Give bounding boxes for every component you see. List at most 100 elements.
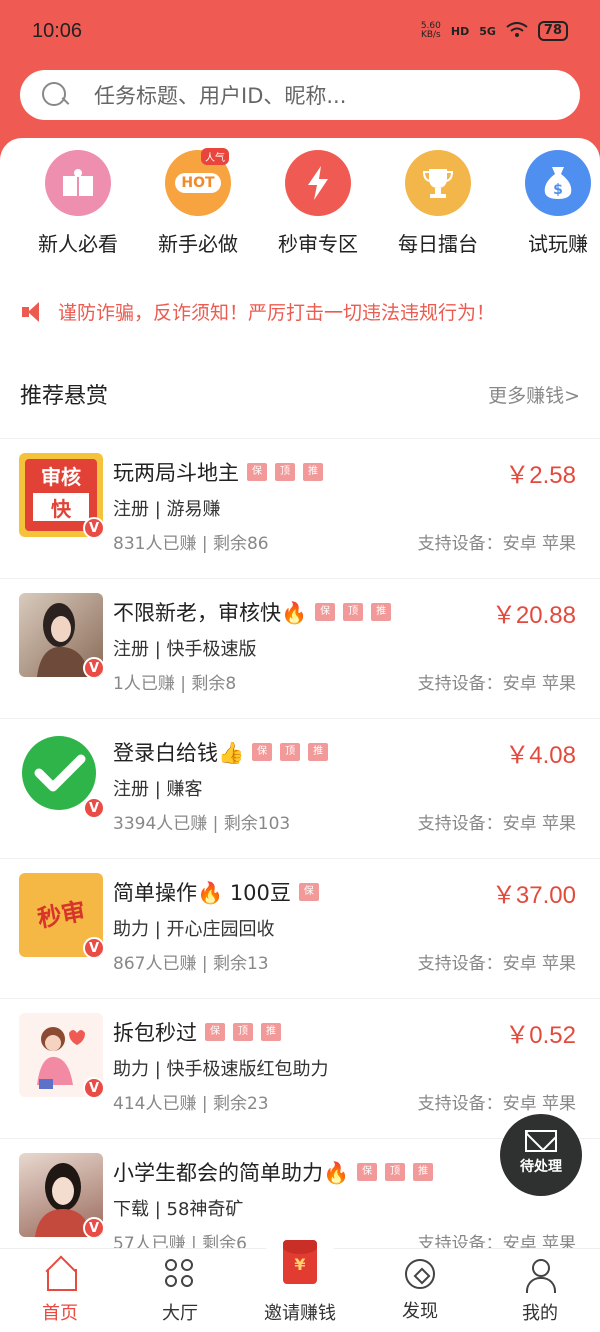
task-subtitle: 注册 | 赚客 [113,779,203,800]
section-header: 推荐悬赏 更多赚钱> [20,378,580,410]
tag-guarantee: 保 [315,603,336,621]
compass-icon [405,1259,435,1289]
book-icon [45,150,111,216]
lightning-icon [285,150,351,216]
status-time: 10:06 [32,19,83,42]
task-price: ￥0.52 [505,1022,576,1049]
task-thumbnail: 秒审 V [19,873,103,957]
tag-top: 顶 [385,1163,406,1181]
task-thumbnail: 审核 快 V [19,453,103,537]
status-bar: 10:06 5.60 KB/s HD 5G 78 [0,0,600,62]
quick-link-newbie-tasks[interactable]: 人气 HOT 新手必做 [138,148,258,257]
task-subtitle: 下载 | 58神奇矿 [113,1199,244,1220]
task-subtitle: 注册 | 游易赚 [113,499,221,520]
red-packet-icon: ¥ [283,1240,317,1284]
task-thumbnail: V [19,1153,103,1237]
battery-icon: 78 [537,21,568,41]
tag-recommend: 推 [261,1023,281,1041]
task-thumbnail: V [19,593,103,677]
task-item[interactable]: V 拆包秒过保顶推 ￥0.52 助力 | 快手极速版红包助力 414人已赚 | … [0,998,600,1138]
task-price: ￥37.00 [491,882,576,909]
task-devices: 支持设备：安卓 苹果 [417,1094,576,1114]
tag-top: 顶 [275,463,295,481]
task-subtitle: 助力 | 开心庄园回收 [113,919,275,940]
task-item[interactable]: V 登录白给钱👍 保顶推 ￥4.08 注册 | 赚客 3394人已赚 | 剩余10… [0,718,600,858]
search-input[interactable]: 任务标题、用户ID、昵称... [94,80,346,110]
grid-icon [163,1257,197,1291]
tag-recommend: 推 [371,603,392,621]
task-title: 玩两局斗地主保顶推 [113,457,323,487]
fraud-notice[interactable]: 谨防诈骗，反诈须知！严厉打击一切违法违规行为！ [20,298,590,325]
task-item[interactable]: 审核 快 V 玩两局斗地主保顶推 ￥2.58 注册 | 游易赚 831人已赚 |… [0,438,600,578]
hd-icon: HD [450,24,470,38]
task-stats: 57人已赚 | 剩余6 [113,1234,247,1248]
task-title: 简单操作🔥 100豆保 [113,877,319,907]
tag-top: 顶 [233,1023,253,1041]
user-icon [523,1257,557,1293]
home-icon [43,1257,77,1291]
task-title: 小学生都会的简单助力🔥 保顶推 [113,1157,434,1187]
task-stats: 414人已赚 | 剩余23 [113,1094,269,1114]
tag-top: 顶 [343,603,364,621]
task-price: ￥4.08 [505,742,576,769]
task-item[interactable]: 秒审 V 简单操作🔥 100豆保 ￥37.00 助力 | 开心庄园回收 867人… [0,858,600,998]
notice-text: 谨防诈骗，反诈须知！严厉打击一切违法违规行为！ [58,302,496,324]
hot-badge-icon: 人气 HOT [165,148,231,216]
task-devices: 支持设备：安卓 苹果 [417,814,576,834]
task-devices: 支持设备：安卓 苹果 [417,1234,576,1248]
signal-icon: 5G [479,24,496,38]
task-title: 不限新老，审核快🔥 保顶推 [113,597,392,627]
task-stats: 1人已赚 | 剩余8 [113,674,237,694]
tag-top: 顶 [280,743,301,761]
tag-recommend: 推 [413,1163,434,1181]
task-title: 登录白给钱👍 保顶推 [113,737,329,767]
nav-me[interactable]: 我的 [480,1257,600,1325]
task-stats: 3394人已赚 | 剩余103 [113,814,291,834]
verified-badge: V [83,797,103,817]
quick-link-daily-arena[interactable]: 每日擂台 [378,150,498,257]
quick-link-fast-review[interactable]: 秒审专区 [258,150,378,257]
nav-discover[interactable]: 发现 [360,1257,480,1323]
task-price: ￥2.58 [505,462,576,489]
nav-home[interactable]: 首页 [0,1257,120,1325]
tag-guarantee: 保 [247,463,267,481]
task-item[interactable]: V 不限新老，审核快🔥 保顶推 ￥20.88 注册 | 快手极速版 1人已赚 | … [0,578,600,718]
tag-recommend: 推 [303,463,323,481]
task-subtitle: 助力 | 快手极速版红包助力 [113,1059,329,1080]
quick-link-trial-earn[interactable]: $ 试玩赚 [498,150,600,257]
task-devices: 支持设备：安卓 苹果 [417,954,576,974]
verified-badge: V [83,1217,103,1237]
task-subtitle: 注册 | 快手极速版 [113,639,257,660]
pending-label: 待处理 [520,1159,562,1175]
nav-hall[interactable]: 大厅 [120,1257,240,1325]
mail-icon [525,1130,557,1152]
pending-button[interactable]: 待处理 [500,1114,582,1196]
tag-guarantee: 保 [252,743,273,761]
task-stats: 831人已赚 | 剩余86 [113,534,269,554]
verified-badge: V [83,1077,103,1097]
verified-badge: V [83,937,103,957]
task-title: 拆包秒过保顶推 [113,1017,281,1047]
status-icons: 5.60 KB/s HD 5G 78 [421,21,568,41]
trophy-icon [405,150,471,216]
verified-badge: V [83,657,103,677]
task-thumbnail: V [19,733,103,817]
tag-guarantee: 保 [205,1023,225,1041]
task-thumbnail: V [19,1013,103,1097]
verified-badge: V [83,517,103,537]
task-stats: 867人已赚 | 剩余13 [113,954,269,974]
money-bag-icon: $ [525,150,591,216]
svg-text:$: $ [553,182,563,198]
search-bar[interactable]: 任务标题、用户ID、昵称... [20,70,580,120]
main-panel: 新人必看 人气 HOT 新手必做 秒审专区 每日擂台 $ 试玩赚 谨防诈骗，反诈… [0,138,600,1248]
more-earn-link[interactable]: 更多赚钱> [488,381,580,408]
task-devices: 支持设备：安卓 苹果 [417,534,576,554]
speaker-icon [20,300,48,324]
quick-link-newbie-guide[interactable]: 新人必看 [18,150,138,257]
search-icon [40,80,70,110]
quick-links: 新人必看 人气 HOT 新手必做 秒审专区 每日擂台 $ 试玩赚 [0,148,600,262]
tag-guarantee: 保 [357,1163,378,1181]
tag-recommend: 推 [308,743,329,761]
section-title: 推荐悬赏 [20,384,109,409]
tag-guarantee: 保 [298,883,319,901]
